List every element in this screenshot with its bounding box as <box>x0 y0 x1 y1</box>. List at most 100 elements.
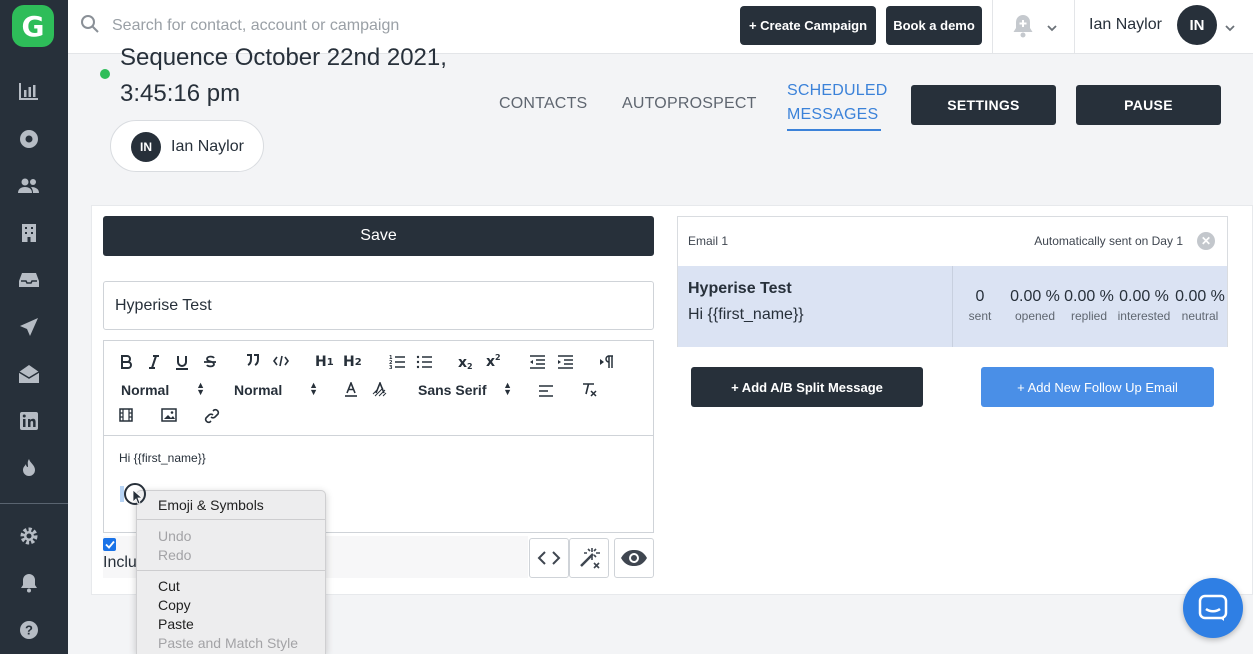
ordered-list-icon[interactable]: 123 <box>389 355 405 369</box>
building-icon[interactable] <box>18 222 40 244</box>
text-color-icon[interactable] <box>344 382 358 398</box>
chevron-down-icon[interactable] <box>1046 20 1058 38</box>
align-icon[interactable] <box>538 384 554 398</box>
email-summary-left: Hyperise Test Hi {{first_name}} <box>678 266 953 347</box>
include-label: Inclu <box>103 554 137 571</box>
topbar-separator <box>992 0 993 54</box>
background-color-icon[interactable] <box>372 382 388 398</box>
context-menu-separator <box>137 519 325 520</box>
add-follow-up-button[interactable]: + Add New Follow Up Email <box>981 367 1214 407</box>
status-active-dot <box>100 69 110 79</box>
blockquote-icon[interactable] <box>246 354 260 366</box>
context-menu-paste-match-style: Paste and Match Style <box>158 635 299 651</box>
tab-autoprospect[interactable]: AUTOPROSPECT <box>622 95 757 113</box>
personalize-button[interactable] <box>569 538 609 578</box>
save-button[interactable]: Save <box>103 216 654 256</box>
fire-icon[interactable] <box>18 457 40 479</box>
email-name: Hyperise Test <box>688 280 792 297</box>
text-direction-icon[interactable] <box>599 355 615 369</box>
linkedin-icon[interactable] <box>18 410 40 432</box>
magic-wand-icon <box>580 548 600 569</box>
video-icon[interactable] <box>119 408 133 422</box>
chat-widget-button[interactable] <box>1183 578 1243 638</box>
subscript-icon[interactable]: x2 <box>458 354 473 372</box>
code-brackets-icon <box>537 551 561 565</box>
heading2-icon[interactable]: H2 <box>343 354 362 370</box>
context-menu-emoji[interactable]: Emoji & Symbols <box>158 497 264 513</box>
svg-text:3: 3 <box>389 365 393 369</box>
stat-interested: 0.00 % interested <box>1117 288 1171 323</box>
pause-button[interactable]: PAUSE <box>1076 85 1221 125</box>
inbox-icon[interactable] <box>18 269 40 291</box>
target-icon[interactable] <box>18 128 40 150</box>
italic-icon[interactable] <box>148 355 160 369</box>
indent-icon[interactable] <box>557 355 573 369</box>
tab-scheduled-messages[interactable]: SCHEDULED MESSAGES <box>787 79 887 131</box>
user-menu-chevron-icon[interactable] <box>1224 20 1236 38</box>
stat-opened: 0.00 % opened <box>1010 288 1060 323</box>
image-icon[interactable] <box>161 408 177 422</box>
strikethrough-icon[interactable] <box>203 355 217 369</box>
email-step-label: Email 1 <box>688 234 729 248</box>
context-menu-copy[interactable]: Copy <box>158 597 191 613</box>
eye-icon <box>621 550 647 566</box>
mail-open-icon[interactable] <box>18 363 40 385</box>
context-menu-undo: Undo <box>158 528 192 544</box>
app-logo[interactable]: G <box>12 5 54 47</box>
context-menu-paste[interactable]: Paste <box>158 616 194 632</box>
owner-avatar: IN <box>131 132 161 162</box>
notification-bell-icon[interactable] <box>18 572 40 594</box>
topbar-separator <box>1074 0 1075 54</box>
sidebar: G ? <box>0 0 68 654</box>
sequence-title: Sequence October 22nd 2021, 3:45:16 pm <box>120 44 447 107</box>
svg-text:?: ? <box>25 623 33 638</box>
outdent-icon[interactable] <box>529 355 545 369</box>
html-source-button[interactable] <box>529 538 569 578</box>
include-checkbox[interactable] <box>103 538 116 551</box>
clear-format-icon[interactable] <box>582 382 598 397</box>
sidebar-divider <box>0 503 68 504</box>
contacts-icon[interactable] <box>18 175 40 197</box>
header-select[interactable]: Normal ▲ ▼ <box>121 381 205 399</box>
search-input[interactable] <box>112 12 712 40</box>
settings-button[interactable]: SETTINGS <box>911 85 1056 125</box>
gear-icon[interactable] <box>18 525 40 547</box>
email-step-card[interactable]: Email 1 Automatically sent on Day 1 ✕ Hy… <box>677 216 1228 347</box>
font-select[interactable]: Sans Serif ▲ ▼ <box>418 381 512 399</box>
code-icon[interactable] <box>273 355 289 367</box>
size-select[interactable]: Normal ▲ ▼ <box>234 381 318 399</box>
book-demo-button[interactable]: Book a demo <box>886 6 982 45</box>
heading1-icon[interactable]: H1 <box>315 354 334 370</box>
chat-icon <box>1198 594 1228 621</box>
stat-sent: 0 sent <box>968 288 992 323</box>
bold-icon[interactable] <box>120 355 132 369</box>
subject-input[interactable] <box>103 281 654 330</box>
add-ab-split-button[interactable]: + Add A/B Split Message <box>691 367 923 407</box>
preview-button[interactable] <box>614 538 654 578</box>
context-menu-cut[interactable]: Cut <box>158 578 180 594</box>
help-icon[interactable]: ? <box>18 619 40 641</box>
send-icon[interactable] <box>18 316 40 338</box>
notifications-bell-icon[interactable] <box>1010 13 1036 44</box>
underline-icon[interactable] <box>175 355 189 370</box>
link-icon[interactable] <box>204 408 220 424</box>
bullet-list-icon[interactable] <box>416 355 432 369</box>
user-avatar[interactable]: IN <box>1177 5 1217 45</box>
mouse-cursor-indicator <box>124 483 146 505</box>
context-menu-separator <box>137 570 325 571</box>
create-campaign-button[interactable]: + Create Campaign <box>740 6 876 45</box>
context-menu: Emoji & Symbols Undo Redo Cut Copy Paste… <box>136 490 326 654</box>
analytics-icon[interactable] <box>18 80 40 102</box>
email-preview: Hi {{first_name}} <box>688 306 804 323</box>
owner-name: Ian Naylor <box>171 138 244 155</box>
email-summary: Hyperise Test Hi {{first_name}} 0 sent 0.… <box>678 266 1227 347</box>
context-menu-redo: Redo <box>158 547 192 563</box>
owner-pill[interactable]: IN Ian Naylor <box>110 120 264 172</box>
close-icon[interactable]: ✕ <box>1197 232 1215 250</box>
tab-contacts[interactable]: CONTACTS <box>499 95 587 113</box>
editor-body-line[interactable]: Hi {{first_name}} <box>119 451 206 465</box>
stat-neutral: 0.00 % neutral <box>1175 288 1225 323</box>
search-icon <box>80 14 100 39</box>
superscript-icon[interactable]: x2 <box>486 353 501 370</box>
user-name[interactable]: Ian Naylor <box>1089 16 1162 34</box>
